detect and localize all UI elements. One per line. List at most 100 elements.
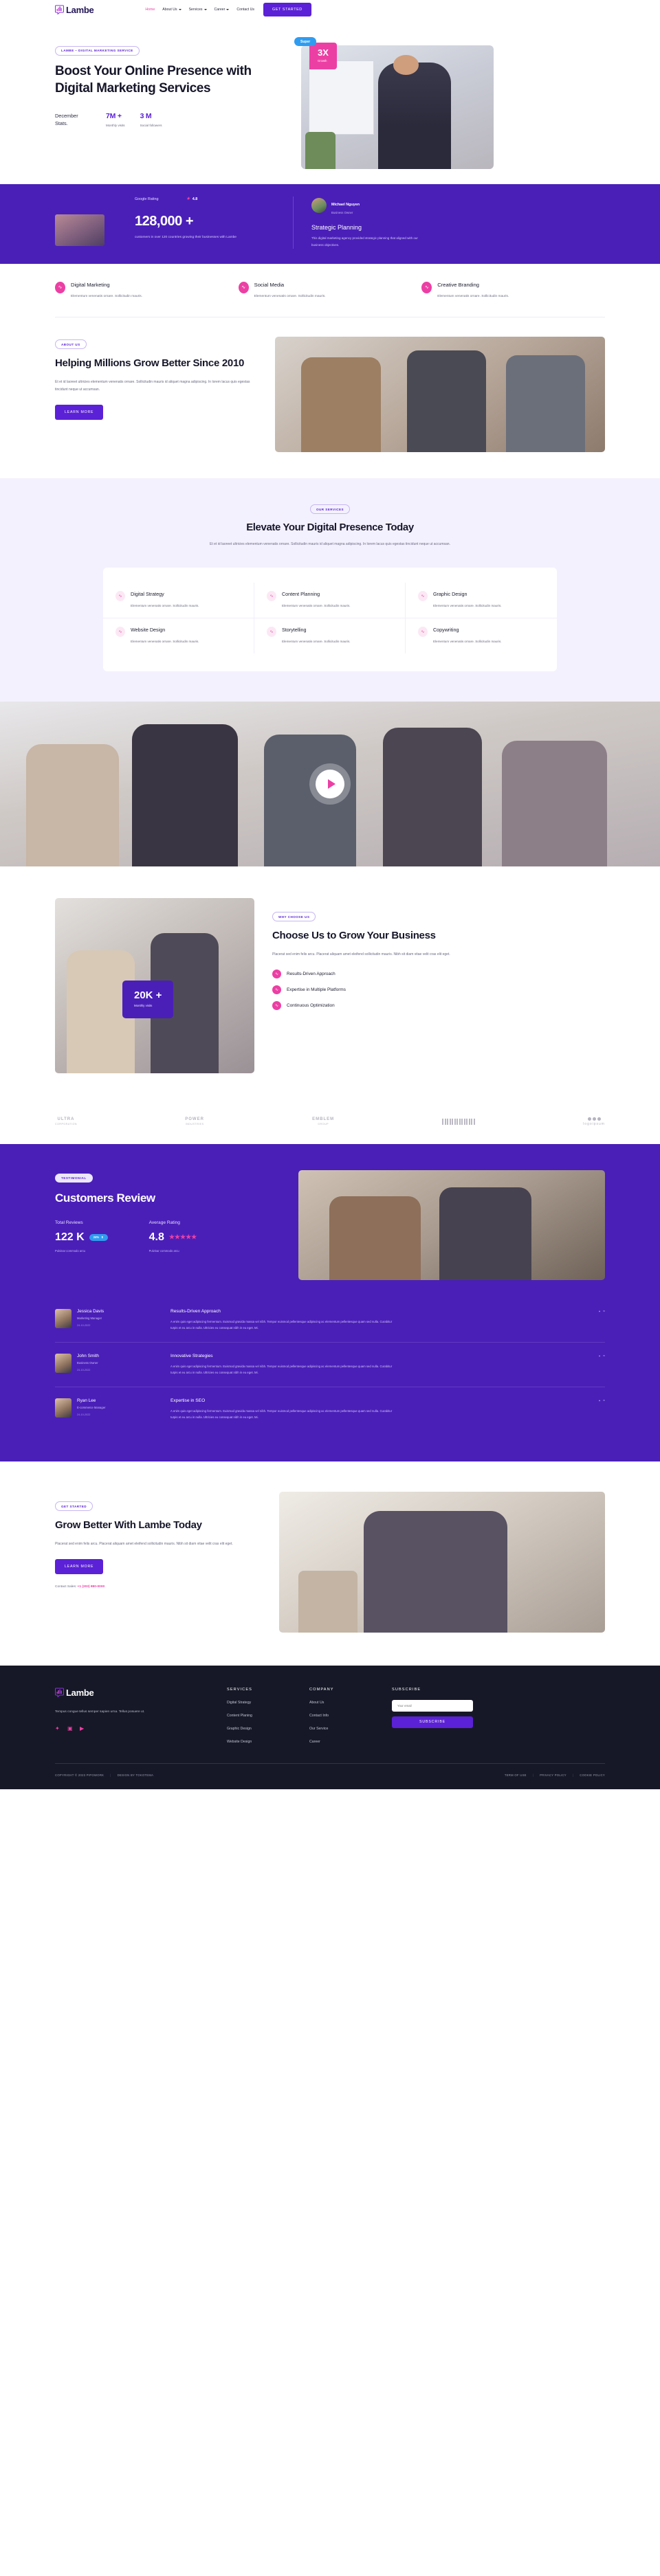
- footer-column-title: SERVICES: [227, 1687, 252, 1692]
- logo-sublabel: GROUP: [318, 1123, 329, 1126]
- kpi-total-reviews: Total Reviews 122 K 24% ⬆ Pulvinar commod…: [55, 1220, 108, 1253]
- pulse-icon: ∿: [266, 626, 276, 637]
- benefit-item: ∿ Continuous Optimization: [272, 1001, 605, 1011]
- nav-item-career[interactable]: Career: [214, 8, 230, 12]
- pulse-icon: ∿: [421, 281, 432, 293]
- service-card-content-planning[interactable]: ∿ Content Planning Elementum venenatis o…: [254, 583, 406, 618]
- youtube-icon[interactable]: ▶: [80, 1725, 86, 1732]
- pulse-icon: ∿: [116, 591, 125, 602]
- client-logo-emblem: EMBLEM GROUP: [312, 1117, 334, 1125]
- hero-eyebrow-pill: LAMBE – DIGITAL MARKETING SERVICE: [55, 45, 140, 56]
- kpi-average-rating: Average Rating 4.8 ★★★★★ Pulvinar commod…: [149, 1220, 197, 1253]
- kpi-value: 4.8: [148, 1231, 164, 1243]
- feature-creative-branding[interactable]: ∿ Creative Branding Elementum venenatis …: [421, 281, 605, 300]
- subscribe-button[interactable]: SUBSCRIBE: [392, 1716, 473, 1728]
- footer-link-website-design[interactable]: Website Design: [227, 1740, 309, 1744]
- pulse-icon: ∿: [272, 1001, 281, 1011]
- logo-label: POWER: [185, 1117, 204, 1122]
- logo-sublabel: INDUSTRIES: [185, 1123, 204, 1126]
- service-card-copywriting[interactable]: ∿ Copywriting Elementum venenatis ornare…: [406, 618, 557, 653]
- footer-link-digital-strategy[interactable]: Digital Strategy: [227, 1701, 309, 1705]
- reviews-list: Jessica Davis Marketing Manager 24-10-20…: [55, 1298, 605, 1431]
- footer-link-about-us[interactable]: About Us: [309, 1701, 392, 1705]
- reviewer-role: Marketing Manager: [77, 1316, 102, 1320]
- reviewer-name: Jessica Davis: [77, 1308, 104, 1314]
- grow-image: [279, 1491, 605, 1633]
- stat-value: 3 M: [140, 111, 152, 120]
- quote-icon: ❝: [598, 1399, 601, 1404]
- about-description: Et et id laoreet ultricies elementum ven…: [55, 380, 250, 392]
- footer-link-career[interactable]: Career: [309, 1740, 392, 1744]
- footer-link-content-planing[interactable]: Content Planing: [227, 1714, 309, 1718]
- about-learn-more-button[interactable]: LEARN MORE: [55, 405, 104, 421]
- avatar: [311, 198, 327, 213]
- footer-link-privacy-policy[interactable]: PRIVACY POLICY: [540, 1773, 566, 1777]
- feature-social-media[interactable]: ∿ Social Media Elementum venenatis ornar…: [238, 281, 422, 300]
- nav-item-contact-us[interactable]: Contact Us: [236, 8, 254, 12]
- services-section: OUR SERVICES Elevate Your Digital Presen…: [0, 478, 660, 702]
- feature-title: Creative Branding: [437, 281, 480, 288]
- quote-icon: ❝: [598, 1310, 601, 1314]
- rating-value: 4.8: [192, 197, 198, 201]
- play-button[interactable]: [316, 769, 344, 798]
- nav-label: Contact Us: [236, 8, 255, 12]
- hero-stats: December Stats. 7M + Monthly visits 3 M …: [55, 112, 282, 128]
- service-card-storytelling[interactable]: ∿ Storytelling Elementum venenatis ornar…: [254, 618, 406, 653]
- email-input[interactable]: [392, 1699, 473, 1712]
- service-card-graphic-design[interactable]: ∿ Graphic Design Elementum venenatis orn…: [405, 583, 557, 618]
- grow-heading: Grow Better With Lambe Today: [55, 1519, 202, 1532]
- nav-item-home[interactable]: Home: [145, 8, 155, 12]
- feature-title: Digital Marketing: [71, 281, 110, 288]
- feature-desc: Elementum venenatis ornare. Sollicitudin…: [437, 294, 509, 298]
- feature-title: Social Media: [254, 281, 285, 288]
- brand-logo[interactable]: Lambe: [55, 5, 94, 15]
- testimonial-image: [298, 1169, 605, 1280]
- footer-link-contact-info[interactable]: Contact Info: [309, 1714, 392, 1718]
- feature-digital-marketing[interactable]: ∿ Digital Marketing Elementum venenatis …: [55, 281, 239, 300]
- growth-multiplier-badge: 3X Growth: [309, 43, 337, 69]
- grow-learn-more-button[interactable]: LEARN MORE: [55, 1559, 104, 1575]
- about-image: [275, 336, 605, 452]
- grow-description: Placerat sed enim felis arcu. Placerat a…: [55, 1542, 233, 1547]
- lambe-chart-icon: [55, 1688, 64, 1698]
- review-title: Results-Driven Approach: [170, 1308, 221, 1314]
- benefit-item: ∿ Expertise in Multiple Platforms: [272, 985, 605, 995]
- review-row: John Smith Business Owner 24-10-2022 Inn…: [55, 1341, 605, 1387]
- service-card-website-design[interactable]: ∿ Website Design Elementum venenatis orn…: [103, 618, 254, 653]
- get-started-button[interactable]: GET STARTED: [263, 3, 311, 16]
- nav-item-about-us[interactable]: About Us: [162, 8, 182, 12]
- customer-count-caption: customers in over 120 countries growing …: [135, 236, 236, 239]
- service-card-digital-strategy[interactable]: ∿ Digital Strategy Elementum venenatis o…: [103, 583, 254, 618]
- nav-item-services[interactable]: Services: [189, 8, 207, 12]
- footer-link-cookie-policy[interactable]: COOKIE POLICY: [580, 1773, 605, 1777]
- footer-brand-logo[interactable]: Lambe: [55, 1688, 227, 1698]
- client-logo-logoipsum: logoipsum: [583, 1117, 605, 1126]
- contact-phone[interactable]: +1 (203) 880-0000: [78, 1585, 105, 1589]
- super-badge: Super: [294, 37, 317, 46]
- site-header: Lambe Home About Us Services Career Cont…: [0, 0, 660, 19]
- service-desc: Elementum venenatis ornare. Sollicitudin…: [281, 604, 351, 608]
- band-photo: [55, 214, 104, 246]
- customer-count: 128,000 +: [135, 214, 194, 229]
- quote-icon: ❞: [603, 1399, 605, 1404]
- stat-caption: Monthly visits: [106, 123, 125, 127]
- services-heading: Elevate Your Digital Presence Today: [246, 522, 414, 534]
- quote-title: Strategic Planning: [311, 224, 362, 231]
- design-credit: DESIGN BY TOKOTEMA: [117, 1773, 154, 1777]
- footer-link-term-of-use[interactable]: TERM OF USE: [505, 1773, 527, 1777]
- quote-text: This digital marketing agency provided s…: [311, 236, 418, 247]
- service-title: Website Design: [131, 626, 166, 633]
- footer-description: Tempus congue tellus semper sapien urna.…: [55, 1710, 145, 1714]
- footer-column-title: COMPANY: [309, 1687, 334, 1692]
- testimonial-eyebrow-pill: TESTIMONIAL: [55, 1173, 93, 1183]
- instagram-icon[interactable]: ▣: [67, 1725, 74, 1732]
- person-name: Michael Nguyen: [331, 203, 360, 207]
- footer-link-our-service[interactable]: Our Service: [309, 1727, 392, 1731]
- twitter-icon[interactable]: ✦: [55, 1725, 61, 1732]
- pulse-icon: ∿: [266, 591, 276, 602]
- footer-link-graphic-design[interactable]: Graphic Design: [227, 1727, 309, 1731]
- review-title: Expertise in SEO: [170, 1398, 206, 1403]
- why-benefits-list: ∿ Results-Driven Approach ∿ Expertise in…: [272, 970, 605, 1011]
- pulse-icon: ∿: [272, 970, 281, 979]
- chevron-down-icon: [226, 9, 230, 10]
